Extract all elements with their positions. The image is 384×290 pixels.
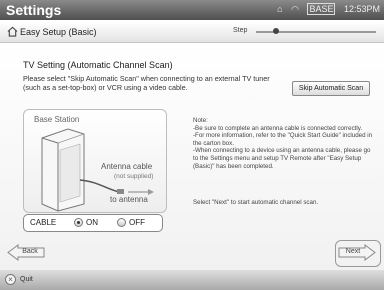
step-progress-knob — [273, 28, 280, 34]
close-icon[interactable]: × — [5, 274, 16, 285]
main-panel: TV Setting (Automatic Channel Scan) Plea… — [0, 43, 384, 270]
page-title: Settings — [6, 2, 62, 18]
note-line: -For more information, refer to the "Qui… — [193, 132, 373, 147]
cable-toggle: CABLE ON OFF — [23, 214, 163, 232]
cable-off-radio[interactable] — [117, 218, 126, 227]
to-antenna-label: to antenna — [110, 195, 148, 204]
breadcrumb: Easy Setup (Basic) — [20, 27, 97, 37]
note-line: -Be sure to complete an antenna cable is… — [193, 124, 363, 132]
status-icons: ⌂ ◠ BASE 12:53PM — [271, 3, 380, 15]
step-progress — [256, 28, 376, 34]
title-bar: Settings ⌂ ◠ BASE 12:53PM — [0, 0, 384, 20]
quit-button[interactable]: Quit — [20, 276, 33, 283]
note-block: Note: -Be sure to complete an antenna ca… — [193, 117, 373, 170]
home-icon: ⌂ — [277, 4, 283, 14]
antenna-cable-label: Antenna cable — [101, 162, 153, 171]
cable-label: CABLE — [30, 218, 57, 227]
back-label: Back — [22, 248, 38, 255]
back-button[interactable]: Back — [7, 244, 45, 261]
next-instruction: Select "Next" to start automatic channel… — [193, 199, 319, 206]
cable-off-label: OFF — [129, 218, 145, 227]
not-supplied-label: (not supplied) — [114, 173, 154, 180]
note-title: Note: — [193, 117, 208, 124]
clock: 12:53PM — [343, 4, 380, 14]
step-label: Step — [233, 27, 248, 34]
description-text: Please select "Skip Automatic Scan" when… — [23, 74, 270, 92]
cable-on-radio[interactable] — [74, 218, 83, 227]
breadcrumb-bar: Easy Setup (Basic) Step — [0, 22, 384, 43]
section-heading: TV Setting (Automatic Channel Scan) — [23, 60, 173, 70]
skip-automatic-scan-button[interactable]: Skip Automatic Scan — [292, 81, 370, 96]
note-line: -When connecting to a device using an an… — [193, 147, 371, 170]
next-button[interactable]: Next — [338, 244, 376, 261]
next-label: Next — [345, 248, 361, 255]
home-icon — [7, 26, 18, 37]
footer-bar: × Quit — [0, 270, 384, 290]
cable-on-label: ON — [86, 218, 98, 227]
wifi-icon: ◠ — [291, 4, 299, 14]
network-label: BASE — [307, 3, 336, 15]
connection-illustration: Base Station Antenna cable (not supplied… — [23, 109, 167, 213]
base-station-label: Base Station — [34, 115, 80, 124]
